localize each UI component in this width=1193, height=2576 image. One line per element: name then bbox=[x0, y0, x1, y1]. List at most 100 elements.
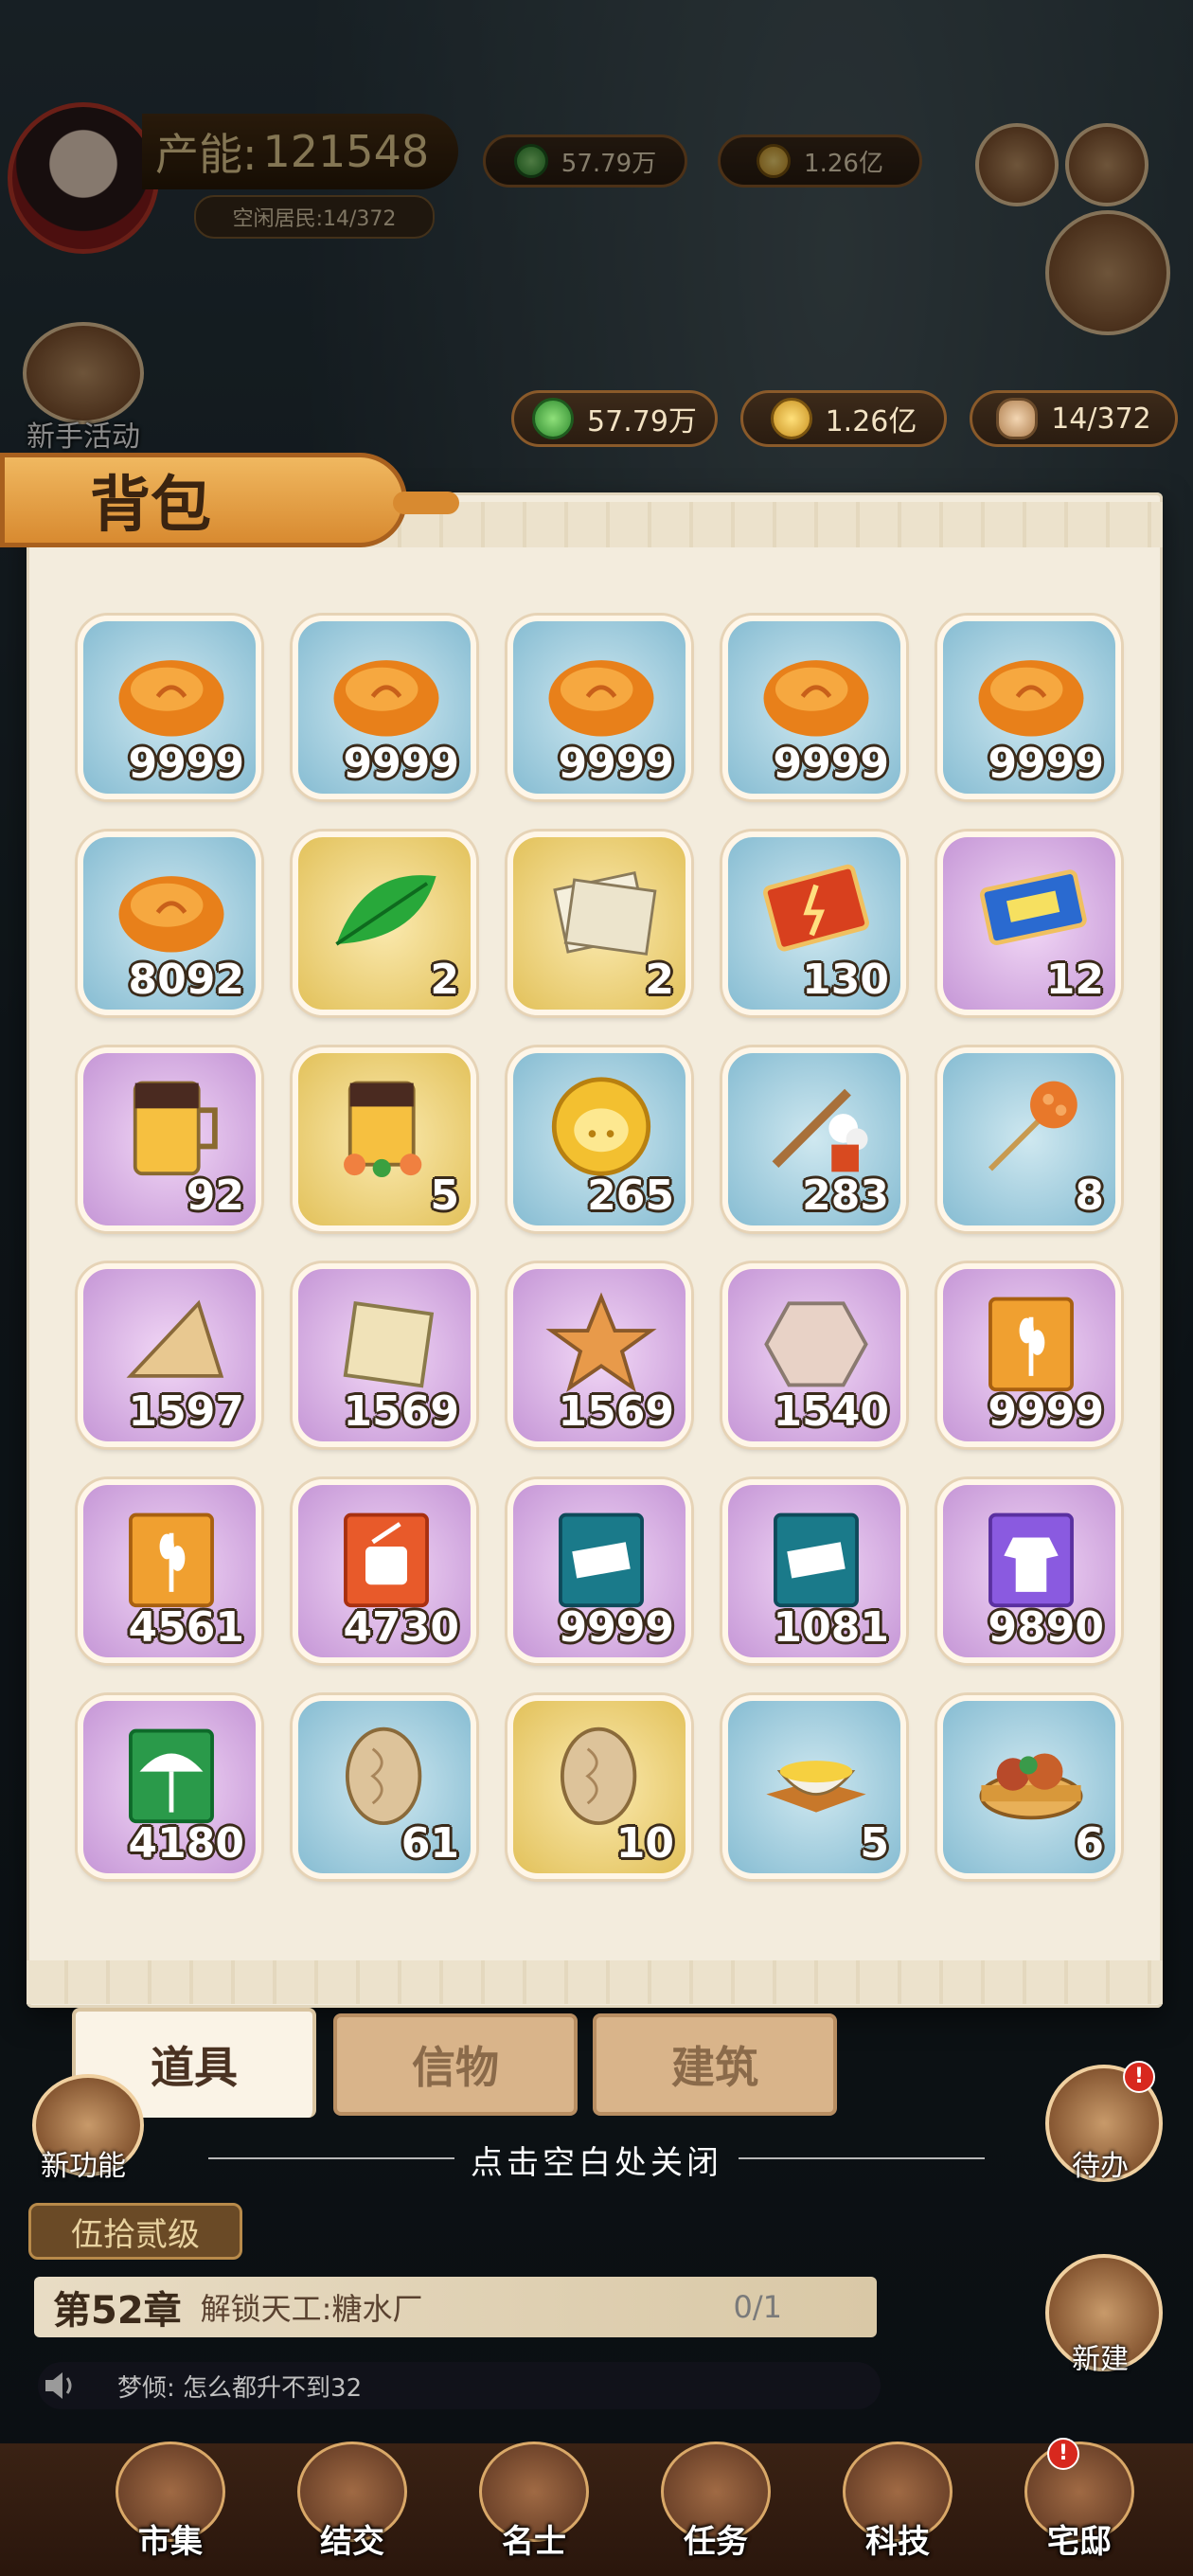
item-slot[interactable]: 9999 bbox=[78, 616, 261, 799]
steamer-food-icon bbox=[979, 1753, 1083, 1820]
build-label: 新建 bbox=[1072, 2343, 1129, 2376]
nav-label: 市集 bbox=[138, 2523, 203, 2561]
lightning-ticket-icon bbox=[763, 864, 869, 952]
nav-tech[interactable]: 科技 bbox=[812, 2442, 983, 2562]
gold-pill: 1.26亿 bbox=[740, 390, 947, 447]
item-slot[interactable]: 10 bbox=[507, 1695, 691, 1879]
item-slot[interactable]: 9999 bbox=[937, 616, 1121, 799]
item-count: 61 bbox=[401, 1819, 459, 1868]
worker-icon bbox=[996, 398, 1039, 439]
item-count: 10 bbox=[615, 1819, 674, 1868]
pig-coin-icon bbox=[551, 1077, 651, 1176]
item-count: 92 bbox=[186, 1172, 244, 1220]
wood-star-icon bbox=[545, 1292, 657, 1392]
item-slot[interactable]: 5 bbox=[722, 1695, 906, 1879]
item-count: 1569 bbox=[558, 1387, 674, 1436]
item-slot[interactable]: 4180 bbox=[78, 1695, 261, 1879]
workers-pill: 14/372 bbox=[970, 390, 1178, 447]
item-slot[interactable]: 2 bbox=[507, 832, 691, 1015]
item-count: 9999 bbox=[343, 740, 459, 788]
item-slot[interactable]: 12 bbox=[937, 832, 1121, 1015]
wheat-book-icon bbox=[129, 1512, 214, 1608]
item-slot[interactable]: 4730 bbox=[293, 1479, 476, 1663]
rice-bowl-icon bbox=[766, 1761, 866, 1813]
item-slot[interactable]: 8 bbox=[937, 1047, 1121, 1231]
item-slot[interactable]: 283 bbox=[722, 1047, 906, 1231]
item-count: 4730 bbox=[343, 1603, 459, 1652]
item-slot[interactable]: 6 bbox=[937, 1695, 1121, 1879]
item-slot[interactable]: 1081 bbox=[722, 1479, 906, 1663]
copper-value: 57.79万 bbox=[587, 405, 697, 438]
item-count: 5 bbox=[860, 1819, 889, 1868]
item-count: 283 bbox=[802, 1172, 889, 1220]
chapter-task-bar[interactable]: 第52章 解锁天工:糖水厂 0/1 bbox=[34, 2277, 877, 2337]
item-slot[interactable]: 265 bbox=[507, 1047, 691, 1231]
chat-message: 梦倾: 怎么都升不到32 bbox=[117, 2373, 363, 2403]
todo-label: 待办 bbox=[1072, 2150, 1129, 2183]
wheat-book-icon bbox=[988, 1297, 1074, 1392]
workers-value: 14/372 bbox=[1051, 402, 1151, 436]
item-slot[interactable]: 8092 bbox=[78, 832, 261, 1015]
item-grid: 9999 9999 9999 9999 9999 8092 2 2 130 12 92 5 265 283… bbox=[78, 616, 1131, 1879]
copper-pill: 57.79万 bbox=[511, 390, 718, 447]
item-slot[interactable]: 9999 bbox=[507, 616, 691, 799]
item-count: 9999 bbox=[988, 740, 1104, 788]
close-hint: 点击空白处关闭 bbox=[471, 2144, 722, 2182]
nav-label: 科技 bbox=[865, 2523, 930, 2561]
item-count: 4180 bbox=[128, 1819, 244, 1868]
chat-bar[interactable]: 梦倾: 怎么都升不到32 bbox=[38, 2362, 881, 2409]
robe-book-icon bbox=[988, 1512, 1074, 1608]
item-slot[interactable]: 5 bbox=[293, 1047, 476, 1231]
item-slot[interactable]: 92 bbox=[78, 1047, 261, 1231]
item-slot[interactable]: 9999 bbox=[293, 616, 476, 799]
mansion-alert-badge: ! bbox=[1047, 2438, 1079, 2470]
item-slot[interactable]: 9999 bbox=[722, 616, 906, 799]
item-count: 9999 bbox=[988, 1387, 1104, 1436]
item-count: 9999 bbox=[558, 740, 674, 788]
item-count: 1597 bbox=[128, 1387, 244, 1436]
item-count: 1569 bbox=[343, 1387, 459, 1436]
item-slot[interactable]: 61 bbox=[293, 1695, 476, 1879]
beer-mug-flowers-icon bbox=[344, 1081, 422, 1178]
orange-bun-icon bbox=[548, 660, 654, 737]
item-slot[interactable]: 1569 bbox=[507, 1263, 691, 1447]
wood-triangle-icon bbox=[126, 1299, 224, 1378]
item-count: 1081 bbox=[773, 1603, 889, 1652]
chapter-progress: 0/1 bbox=[733, 2289, 783, 2325]
item-count: 4561 bbox=[128, 1603, 244, 1652]
panel-title: 背包 bbox=[0, 453, 459, 547]
item-slot[interactable]: 9890 bbox=[937, 1479, 1121, 1663]
item-slot[interactable]: 1540 bbox=[722, 1263, 906, 1447]
nav-market[interactable]: 市集 bbox=[85, 2442, 256, 2562]
item-slot[interactable]: 1569 bbox=[293, 1263, 476, 1447]
item-slot[interactable]: 130 bbox=[722, 832, 906, 1015]
tab-tokens[interactable]: 信物 bbox=[333, 2013, 578, 2116]
item-count: 6 bbox=[1075, 1819, 1104, 1868]
walnut-icon bbox=[345, 1726, 422, 1826]
item-count: 8 bbox=[1075, 1172, 1104, 1220]
nav-tasks[interactable]: 任务 bbox=[631, 2442, 801, 2562]
speaker-icon bbox=[45, 2372, 72, 2399]
tab-buildings[interactable]: 建筑 bbox=[593, 2013, 837, 2116]
orange-bun-icon bbox=[118, 876, 224, 953]
nav-mansion[interactable]: 宅邸 bbox=[994, 2442, 1165, 2562]
item-slot[interactable]: 2 bbox=[293, 832, 476, 1015]
bottom-nav-items: 市集 结交 名士 任务 科技 宅邸 bbox=[85, 2442, 1165, 2562]
item-count: 1540 bbox=[773, 1387, 889, 1436]
paper-scroll-icon bbox=[553, 870, 657, 956]
panel-border-bottom bbox=[27, 1960, 1163, 2004]
nav-celebrities[interactable]: 名士 bbox=[449, 2442, 619, 2562]
nav-friends[interactable]: 结交 bbox=[267, 2442, 437, 2562]
todo-alert-badge: ! bbox=[1123, 2061, 1155, 2093]
item-slot[interactable]: 9999 bbox=[507, 1479, 691, 1663]
drum-book-icon bbox=[344, 1512, 429, 1608]
orange-bun-icon bbox=[118, 660, 224, 737]
item-slot[interactable]: 4561 bbox=[78, 1479, 261, 1663]
item-slot[interactable]: 9999 bbox=[937, 1263, 1121, 1447]
beer-mug-icon bbox=[133, 1081, 218, 1176]
walnut-icon bbox=[560, 1726, 637, 1826]
item-slot[interactable]: 1597 bbox=[78, 1263, 261, 1447]
umbrella-book-icon bbox=[129, 1728, 214, 1824]
orange-bun-icon bbox=[333, 660, 439, 737]
new-feature-label: 新功能 bbox=[41, 2150, 126, 2183]
